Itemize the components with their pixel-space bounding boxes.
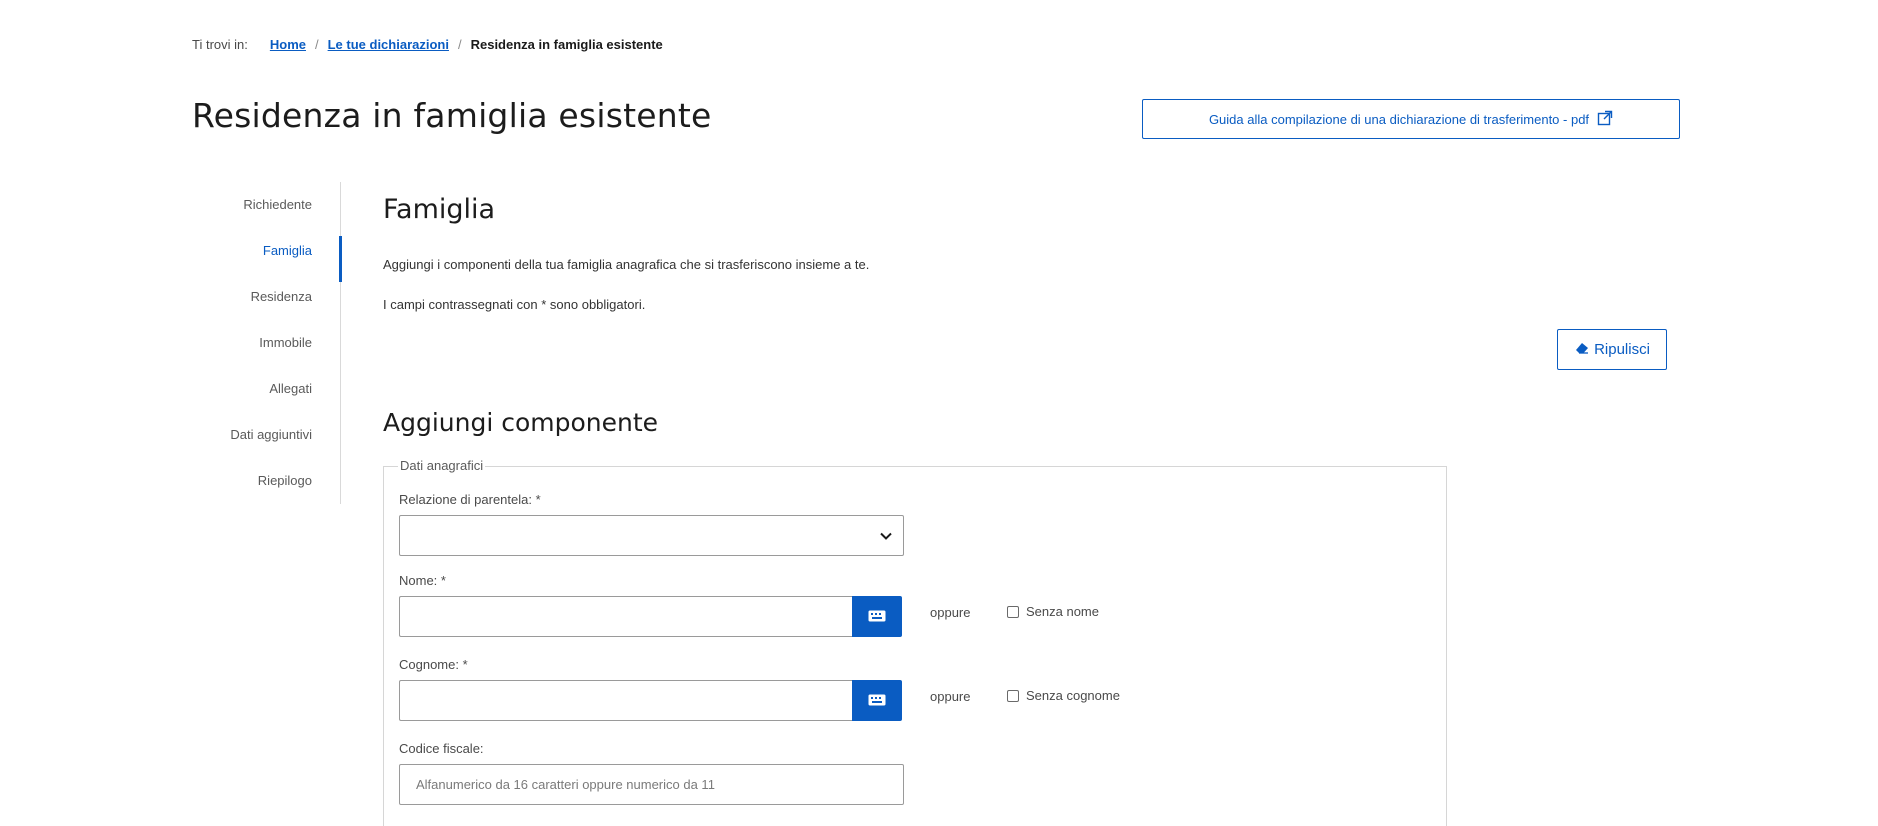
- breadcrumb: Ti trovi in: Home / Le tue dichiarazioni…: [192, 37, 663, 52]
- or-text-name: oppure: [930, 605, 971, 620]
- no-name-option[interactable]: Senza nome: [1007, 604, 1099, 619]
- breadcrumb-prefix: Ti trovi in:: [192, 37, 248, 52]
- reset-button-label: Ripulisci: [1594, 341, 1650, 358]
- breadcrumb-current: Residenza in famiglia esistente: [470, 37, 663, 52]
- no-surname-label: Senza cognome: [1026, 688, 1120, 703]
- required-fields-note: I campi contrassegnati con * sono obblig…: [383, 297, 646, 312]
- section-title: Famiglia: [383, 194, 496, 225]
- side-nav-item-allegati[interactable]: Allegati: [190, 366, 340, 412]
- breadcrumb-link-home[interactable]: Home: [270, 37, 306, 52]
- external-link-icon: [1597, 110, 1613, 129]
- keyboard-icon: [868, 691, 886, 710]
- side-nav-item-famiglia[interactable]: Famiglia: [190, 228, 342, 282]
- no-name-checkbox[interactable]: [1007, 605, 1019, 618]
- section-description: Aggiungi i componenti della tua famiglia…: [383, 257, 870, 272]
- breadcrumb-link-dichiarazioni[interactable]: Le tue dichiarazioni: [328, 37, 449, 52]
- breadcrumb-separator: /: [457, 37, 462, 52]
- side-nav-item-richiedente[interactable]: Richiedente: [190, 182, 340, 228]
- eraser-icon: [1574, 340, 1590, 360]
- side-nav: Richiedente Famiglia Residenza Immobile …: [190, 182, 342, 504]
- page-title: Residenza in famiglia esistente: [192, 96, 712, 135]
- no-name-label: Senza nome: [1026, 604, 1099, 619]
- tax-code-label: Codice fiscale:: [399, 741, 484, 756]
- name-label: Nome: *: [399, 573, 446, 588]
- reset-button[interactable]: Ripulisci: [1557, 329, 1667, 370]
- keyboard-icon: [868, 607, 886, 626]
- name-input[interactable]: [399, 596, 852, 637]
- surname-input[interactable]: [399, 680, 852, 721]
- surname-keyboard-button[interactable]: [852, 680, 902, 721]
- guide-pdf-button[interactable]: Guida alla compilazione di una dichiaraz…: [1142, 99, 1680, 139]
- fieldset-legend: Dati anagrafici: [398, 458, 486, 473]
- side-nav-item-dati-aggiuntivi[interactable]: Dati aggiuntivi: [190, 412, 340, 458]
- no-surname-option[interactable]: Senza cognome: [1007, 688, 1120, 703]
- page: Ti trovi in: Home / Le tue dichiarazioni…: [0, 0, 1878, 826]
- tax-code-input[interactable]: Alfanumerico da 16 caratteri oppure nume…: [399, 764, 904, 805]
- or-text-surname: oppure: [930, 689, 971, 704]
- relation-label: Relazione di parentela: *: [399, 492, 541, 507]
- subsection-title: Aggiungi componente: [383, 408, 659, 437]
- name-keyboard-button[interactable]: [852, 596, 902, 637]
- no-surname-checkbox[interactable]: [1007, 689, 1019, 702]
- relation-select[interactable]: [399, 515, 904, 556]
- side-nav-item-riepilogo[interactable]: Riepilogo: [190, 458, 340, 504]
- side-nav-item-residenza[interactable]: Residenza: [190, 274, 340, 320]
- guide-pdf-button-label: Guida alla compilazione di una dichiaraz…: [1208, 111, 1590, 127]
- side-nav-item-immobile[interactable]: Immobile: [190, 320, 340, 366]
- breadcrumb-separator: /: [314, 37, 319, 52]
- surname-label: Cognome: *: [399, 657, 468, 672]
